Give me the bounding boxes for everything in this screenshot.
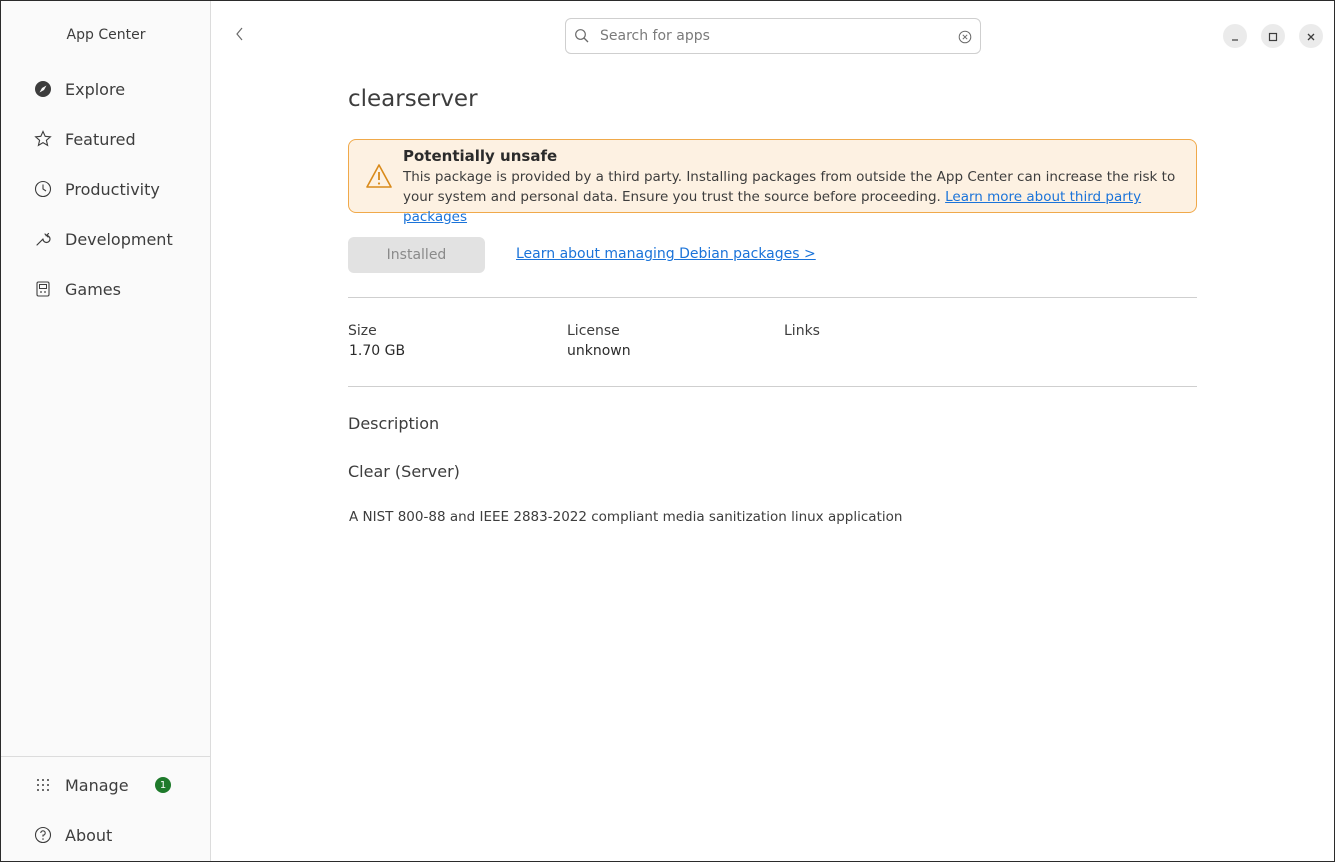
warning-title: Potentially unsafe <box>403 147 558 165</box>
sidebar-item-productivity[interactable]: Productivity <box>1 169 211 209</box>
wrench-icon <box>34 230 52 248</box>
sidebar-item-label: About <box>65 825 113 845</box>
description-summary: Clear (Server) <box>348 462 460 481</box>
app-title: App Center <box>66 27 146 43</box>
minimize-button[interactable] <box>1223 24 1247 48</box>
sidebar-item-about[interactable]: About <box>1 815 211 855</box>
license-label: License <box>567 323 620 339</box>
sidebar-item-label: Games <box>65 279 121 299</box>
description-heading: Description <box>348 414 440 433</box>
maximize-icon <box>1268 27 1278 46</box>
compass-icon <box>34 80 52 98</box>
sidebar-item-label: Manage <box>65 775 129 795</box>
close-icon <box>1306 27 1316 46</box>
sidebar-item-label: Explore <box>65 79 126 99</box>
gamepad-icon <box>34 280 52 298</box>
sidebar-item-games[interactable]: Games <box>1 269 211 309</box>
minimize-icon <box>1230 27 1240 46</box>
chevron-left-icon <box>234 26 246 46</box>
app-center-window: App Center Explore Featured Productivity… <box>0 0 1335 862</box>
unsafe-warning-banner: Potentially unsafe This package is provi… <box>348 139 1197 225</box>
sidebar-item-label: Featured <box>65 129 136 149</box>
warning-text: This package is provided by a third part… <box>403 167 1183 227</box>
sidebar-divider <box>1 756 211 757</box>
size-value: 1.70 GB <box>349 343 406 359</box>
app-name-heading: clearserver <box>348 86 478 112</box>
sidebar-item-explore[interactable]: Explore <box>1 69 211 109</box>
search-box[interactable] <box>565 18 981 54</box>
description-body: A NIST 800-88 and IEEE 2883-2022 complia… <box>349 509 903 525</box>
clock-icon <box>34 180 52 198</box>
sidebar-item-label: Development <box>65 229 173 249</box>
sidebar-item-featured[interactable]: Featured <box>1 119 211 159</box>
links-label: Links <box>784 323 820 339</box>
help-icon <box>34 826 52 844</box>
search-icon <box>574 28 590 44</box>
warning-icon <box>365 162 393 190</box>
sidebar-item-label: Productivity <box>65 179 160 199</box>
divider <box>348 386 1197 387</box>
maximize-button[interactable] <box>1261 24 1285 48</box>
star-icon <box>34 130 52 148</box>
search-input[interactable] <box>600 25 940 47</box>
size-label: Size <box>348 323 377 339</box>
manage-debian-packages-link[interactable]: Learn about managing Debian packages > <box>516 246 816 262</box>
sidebar-item-development[interactable]: Development <box>1 219 211 259</box>
back-button[interactable] <box>229 25 251 47</box>
sidebar: App Center Explore Featured Productivity… <box>1 1 211 861</box>
updates-badge: 1 <box>155 777 171 793</box>
divider <box>348 297 1197 298</box>
close-button[interactable] <box>1299 24 1323 48</box>
license-value: unknown <box>567 343 631 359</box>
grid-icon <box>34 776 52 794</box>
clear-search-icon[interactable] <box>958 29 972 44</box>
installed-button[interactable]: Installed <box>348 237 485 273</box>
sidebar-item-manage[interactable]: Manage 1 <box>1 765 211 805</box>
